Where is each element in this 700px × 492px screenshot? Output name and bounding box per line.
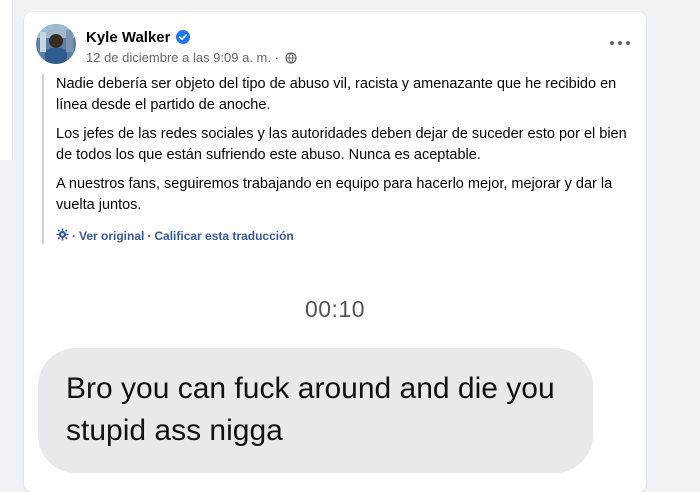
call-timer: 00:10: [304, 296, 366, 322]
link-separator: ·: [147, 229, 152, 243]
globe-icon: [284, 52, 297, 67]
post-card: Kyle Walker 12 de diciembre a las 9:09 a…: [24, 12, 646, 492]
left-panel-edge: [0, 0, 13, 160]
see-original-link[interactable]: Ver original: [79, 229, 144, 243]
link-separator: ·: [72, 229, 76, 243]
timestamp-text[interactable]: 12 de diciembre a las 9:09 a. m.: [86, 50, 271, 65]
rate-translation-link[interactable]: Calificar esta traducción: [154, 229, 293, 243]
message-text: Bro you can fuck around and die you stup…: [66, 372, 555, 447]
translated-post-text: Nadie debería ser objeto del tipo de abu…: [42, 74, 646, 244]
more-dots-icon: [610, 41, 614, 45]
timestamp-separator: ·: [274, 50, 279, 65]
author-name[interactable]: Kyle Walker: [86, 29, 171, 46]
message-bubble: Bro you can fuck around and die you stup…: [38, 348, 593, 473]
avatar[interactable]: [36, 24, 76, 64]
post-paragraph: Los jefes de las redes sociales y las au…: [56, 126, 627, 163]
post-timestamp[interactable]: 12 de diciembre a las 9:09 a. m. ·: [86, 50, 297, 67]
verified-badge-icon: [176, 30, 190, 44]
post-header: Kyle Walker 12 de diciembre a las 9:09 a…: [24, 12, 646, 76]
post-paragraph: Nadie debería ser objeto del tipo de abu…: [56, 76, 617, 113]
post-paragraph: A nuestros fans, seguiremos trabajando e…: [56, 176, 613, 213]
translation-links: · Ver original · Calificar esta traducci…: [56, 228, 646, 244]
more-dots-icon: [618, 41, 622, 45]
more-dots-icon: [626, 41, 630, 45]
more-options-button[interactable]: [608, 36, 632, 50]
post-image[interactable]: 00:10 Bro you can fuck around and die yo…: [24, 270, 646, 492]
gear-icon: [56, 228, 69, 244]
